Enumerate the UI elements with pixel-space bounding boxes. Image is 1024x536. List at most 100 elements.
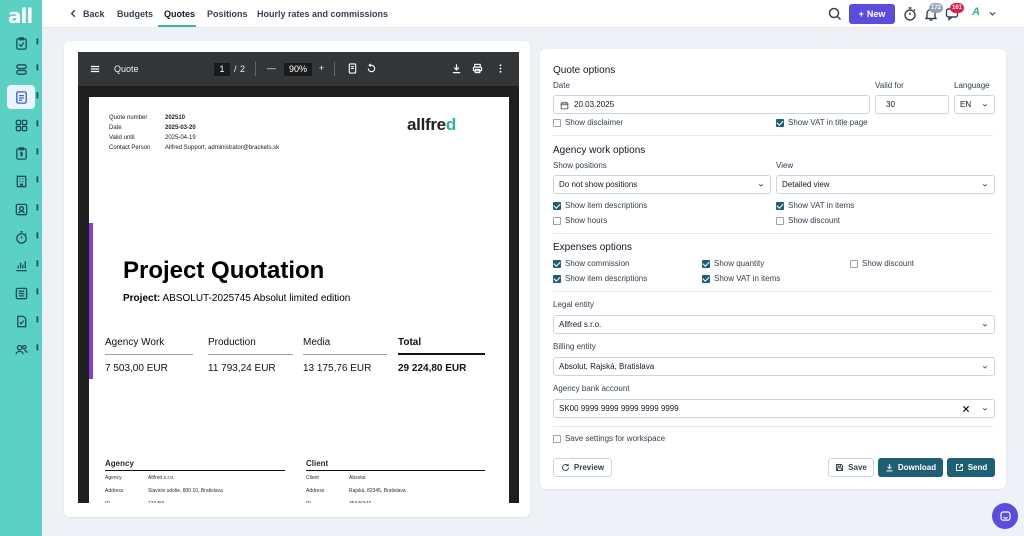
sidebar-item-tasks[interactable]: [7, 31, 35, 55]
legal-entity-label: Legal entity: [553, 300, 594, 309]
send-button[interactable]: Send: [947, 458, 995, 477]
sidebar-more-icon[interactable]: • • •: [36, 36, 39, 48]
sidebar-more-icon[interactable]: • • •: [36, 118, 39, 130]
sidebar-item-quotes[interactable]: [7, 85, 35, 109]
preview-button[interactable]: Preview: [553, 458, 612, 477]
sidebar-more-icon[interactable]: • • •: [36, 230, 39, 242]
exp-show-commission-checkbox[interactable]: Show commission: [553, 259, 629, 268]
party-row: ID35346346: [306, 497, 485, 504]
date-field[interactable]: 20.03.2025: [553, 95, 870, 114]
exp-show-discount-checkbox[interactable]: Show discount: [850, 259, 914, 268]
aw-show-descriptions-checkbox[interactable]: Show item descriptions: [553, 201, 647, 210]
zoom-out-button[interactable]: —: [267, 63, 276, 73]
stopwatch-icon[interactable]: [902, 6, 918, 22]
bank-account-select[interactable]: SK00 9999 9999 9999 9999 9999: [553, 399, 995, 418]
sidebar-item-contacts[interactable]: [7, 197, 35, 221]
stopwatch-icon: [15, 230, 27, 244]
chevron-down-icon: [758, 183, 764, 187]
print-icon[interactable]: [472, 63, 483, 74]
save-button[interactable]: Save: [828, 458, 874, 477]
building-icon: [16, 175, 26, 187]
sidebar-item-dashboard[interactable]: [7, 113, 35, 137]
chevron-down-icon: [982, 103, 988, 107]
sidebar-more-icon[interactable]: • • •: [36, 286, 39, 298]
zoom-input[interactable]: 90%: [284, 63, 312, 76]
sidebar-more-icon[interactable]: • • •: [36, 258, 39, 270]
app-logo[interactable]: all: [8, 4, 33, 28]
agency-block: Agency Agency Allfred s.r.o. Address Slavi…: [105, 459, 285, 503]
exp-show-descriptions-checkbox[interactable]: Show item descriptions: [553, 274, 647, 283]
page-number-input[interactable]: 1: [214, 63, 230, 76]
summary-total: Total 29 224,80 EUR: [398, 337, 485, 374]
view-select[interactable]: Detailed view: [776, 175, 995, 194]
sidebar-more-icon[interactable]: • • •: [36, 202, 39, 214]
chevron-left-icon[interactable]: [68, 8, 79, 19]
tab-budgets[interactable]: Budgets: [117, 9, 153, 19]
download-icon: [886, 464, 893, 472]
sidebar-item-invoices[interactable]: [7, 141, 35, 165]
download-icon[interactable]: [451, 63, 462, 74]
divider: [553, 426, 993, 427]
sidebar-more-icon[interactable]: • • •: [36, 342, 39, 354]
exp-show-vat-checkbox[interactable]: Show VAT in items: [702, 274, 780, 283]
sidebar-more-icon[interactable]: • • •: [36, 62, 39, 74]
aw-show-hours-checkbox[interactable]: Show hours: [553, 216, 607, 225]
sidebar-more-icon[interactable]: • • •: [36, 314, 39, 326]
back-link[interactable]: Back: [83, 9, 105, 19]
billing-entity-select[interactable]: Absolut, Rajská, Bratislava: [553, 357, 995, 376]
clear-icon[interactable]: [962, 405, 970, 413]
sidebar-item-team[interactable]: [7, 337, 35, 361]
sidebar-item-approvals[interactable]: [7, 309, 35, 333]
party-row: ID123456: [105, 497, 285, 504]
chevron-down-icon[interactable]: [988, 9, 997, 18]
tab-hourly-rates[interactable]: Hourly rates and commissions: [257, 9, 388, 19]
fit-page-icon[interactable]: [347, 63, 358, 74]
invoice-icon: [15, 146, 27, 160]
summary-agency-work: Agency Work 7 503,00 EUR: [105, 337, 193, 374]
sidebar-more-icon[interactable]: • • •: [36, 146, 39, 158]
show-vat-title-checkbox[interactable]: Show VAT in title page: [776, 118, 868, 127]
summary-media: Media 13 175,76 EUR: [303, 337, 387, 374]
support-chat-button[interactable]: [992, 503, 1018, 529]
download-button[interactable]: Download: [878, 458, 943, 477]
aw-show-discount-checkbox[interactable]: Show discount: [776, 216, 840, 225]
aw-show-vat-checkbox[interactable]: Show VAT in items: [776, 201, 854, 210]
grid-icon: [15, 119, 27, 131]
rotate-icon[interactable]: [366, 63, 377, 74]
page-total: 2: [240, 64, 246, 74]
sidebar-item-timesheets[interactable]: [7, 225, 35, 249]
valid-for-label: Valid for: [875, 81, 904, 90]
sidebar-more-icon[interactable]: • • •: [36, 174, 39, 186]
list-document-icon: [15, 287, 27, 299]
valid-for-field[interactable]: 30: [875, 95, 949, 114]
sidebar-item-documents[interactable]: [7, 281, 35, 305]
language-select[interactable]: EN: [954, 95, 995, 114]
sidebar-more-icon[interactable]: • • •: [36, 90, 39, 102]
show-positions-select[interactable]: Do not show positions: [553, 175, 771, 194]
sidebar-item-reports[interactable]: [7, 253, 35, 277]
chevron-down-icon: [982, 323, 988, 327]
tab-positions[interactable]: Positions: [207, 9, 248, 19]
exp-show-quantity-checkbox[interactable]: Show quantity: [702, 259, 764, 268]
meta-row: Date 2025-03-20: [109, 125, 196, 131]
summary-production: Production 11 793,24 EUR: [208, 337, 293, 374]
new-button[interactable]: + New: [849, 4, 895, 24]
save-workspace-checkbox[interactable]: Save settings for workspace: [553, 434, 665, 443]
bank-account-label: Agency bank account: [553, 384, 630, 393]
tab-quotes[interactable]: Quotes: [164, 9, 195, 19]
pdf-viewer[interactable]: Quote 1 / 2 — 90% + Quote number 202510 D…: [78, 52, 519, 503]
date-label: Date: [553, 81, 570, 90]
zoom-in-button[interactable]: +: [319, 63, 324, 73]
divider: [553, 135, 993, 136]
clipboard-check-icon: [15, 36, 27, 50]
sidebar-item-projects[interactable]: [7, 57, 35, 81]
meta-row: Quote number 202510: [109, 115, 186, 121]
sidebar-item-companies[interactable]: [7, 169, 35, 193]
show-disclaimer-checkbox[interactable]: Show disclaimer: [553, 118, 623, 127]
menu-icon[interactable]: [90, 64, 100, 74]
pdf-toolbar: Quote 1 / 2 — 90% +: [78, 52, 519, 86]
more-vertical-icon[interactable]: [495, 63, 506, 74]
legal-entity-select[interactable]: Allfred s.r.o.: [553, 315, 995, 334]
avatar[interactable]: A: [972, 6, 988, 22]
search-icon[interactable]: [827, 6, 843, 22]
